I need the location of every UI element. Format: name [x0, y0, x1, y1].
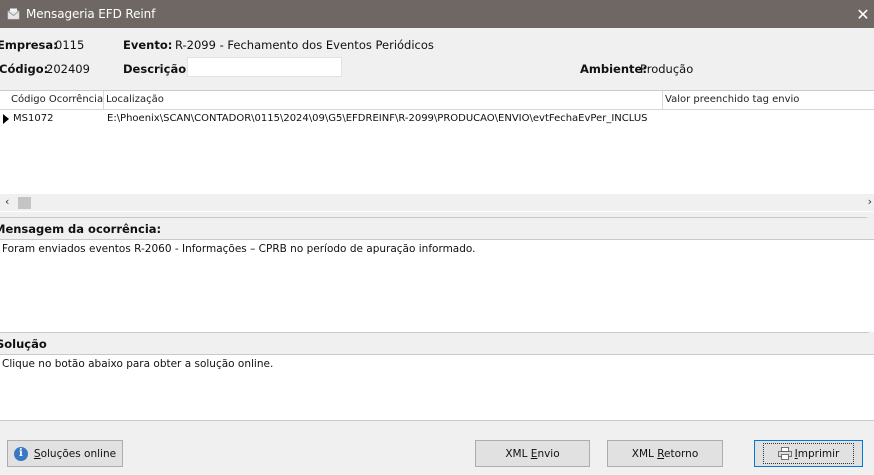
header-panel: Empresa: 0115 Evento: R-2099 - Fechament…	[0, 28, 874, 90]
ambiente-label: Ambiente:	[580, 62, 647, 76]
window-title: Mensageria EFD Reinf	[26, 7, 156, 21]
grid-header: Código Ocorrência Localização Valor pree…	[0, 91, 874, 110]
mensagem-text[interactable]: Foram enviados eventos R-2060 - Informaç…	[0, 239, 874, 332]
evento-value: R-2099 - Fechamento dos Eventos Periódic…	[175, 38, 434, 52]
xml-retorno-button[interactable]: XML Retorno	[607, 440, 723, 467]
table-row[interactable]: MS1072 E:\Phoenix\SCAN\CONTADOR\0115\202…	[0, 110, 874, 128]
scroll-left-icon[interactable]: ‹	[5, 195, 9, 208]
horizontal-scrollbar[interactable]: ‹ ›	[0, 194, 874, 211]
descricao-label: Descrição:	[123, 62, 191, 76]
info-icon: i	[13, 446, 28, 461]
codigo-label: Código:	[0, 62, 49, 76]
column-header-localizacao[interactable]: Localização	[106, 94, 164, 105]
descricao-field	[187, 57, 342, 77]
mensagem-label: Mensagem da ocorrência:	[0, 217, 867, 239]
occurrence-grid[interactable]: Código Ocorrência Localização Valor pree…	[0, 90, 874, 212]
title-bar: Mensageria EFD Reinf ✕	[0, 0, 874, 28]
cell-codigo[interactable]: MS1072	[13, 113, 101, 124]
column-header-valor[interactable]: Valor preenchido tag envio	[665, 94, 799, 105]
footer: i Soluções online XML Envio XML Retorno …	[0, 420, 874, 475]
solucao-text[interactable]: Clique no botão abaixo para obter a solu…	[0, 354, 874, 420]
ambiente-value: Produção	[640, 62, 694, 76]
cell-localizacao[interactable]: E:\Phoenix\SCAN\CONTADOR\0115\2024\09\G5…	[107, 113, 662, 124]
scroll-right-icon[interactable]: ›	[868, 195, 872, 208]
solucoes-online-button[interactable]: i Soluções online	[7, 440, 123, 467]
evento-label: Evento:	[123, 38, 173, 52]
envelope-icon	[6, 7, 20, 21]
empresa-value: 0115	[55, 38, 85, 52]
row-indicator-icon	[3, 114, 9, 124]
empresa-label: Empresa:	[0, 38, 58, 52]
solucao-label: Solução	[0, 332, 869, 354]
codigo-value: 202409	[46, 62, 90, 76]
close-button[interactable]: ✕	[852, 0, 874, 28]
imprimir-button[interactable]: Imprimir	[754, 440, 863, 467]
scroll-thumb[interactable]	[18, 197, 31, 209]
xml-envio-button[interactable]: XML Envio	[475, 440, 590, 467]
column-header-codigo[interactable]: Código Ocorrência	[11, 94, 103, 105]
printer-icon	[777, 447, 792, 460]
